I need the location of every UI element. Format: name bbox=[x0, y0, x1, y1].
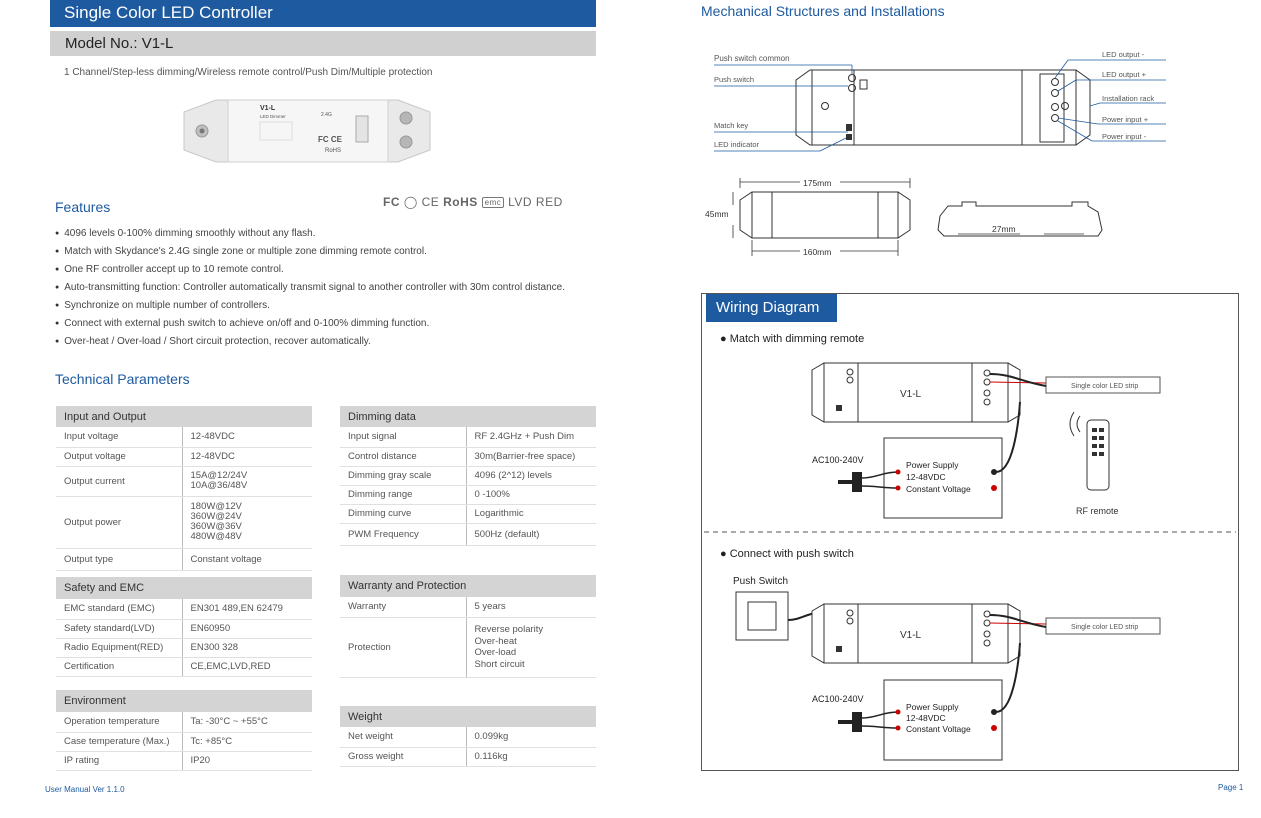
emc-logo: emc bbox=[481, 197, 505, 208]
doc-title: Single Color LED Controller bbox=[50, 0, 596, 27]
wiring-heading: Wiring Diagram bbox=[706, 294, 837, 322]
svg-text:RoHS: RoHS bbox=[325, 148, 341, 154]
features-heading: Features bbox=[55, 199, 111, 215]
io-table: Input and Output Input voltage 12-48VDC O… bbox=[56, 406, 312, 571]
push-switch-label: Push Switch bbox=[733, 576, 788, 587]
mech-label-installation-rack: Installation rack bbox=[1102, 94, 1154, 103]
svg-text:Power Supply: Power Supply bbox=[906, 702, 959, 712]
safety-table: Safety and EMC EMC standard (EMC) EN301 4… bbox=[56, 577, 312, 677]
svg-text:12-48VDC: 12-48VDC bbox=[906, 713, 946, 723]
feature-item: Connect with external push switch to ach… bbox=[55, 315, 565, 333]
device-label-1: V1-L bbox=[900, 389, 922, 400]
ce-logo: CE bbox=[421, 195, 440, 209]
dim-27: 27mm bbox=[992, 224, 1016, 234]
features-list: 4096 levels 0-100% dimming smoothly with… bbox=[55, 225, 565, 351]
cert-logos: FC ◯ CE RoHS emc LVD RED bbox=[383, 195, 563, 209]
doc-subtitle: 1 Channel/Step-less dimming/Wireless rem… bbox=[64, 67, 433, 78]
mech-label-match-key: Match key bbox=[714, 121, 748, 130]
dim-45: 45mm bbox=[705, 209, 729, 219]
mech-label-led-plus: LED output + bbox=[1102, 70, 1147, 79]
psu-line3: Constant Voltage bbox=[906, 484, 971, 494]
psu-line2: 12-48VDC bbox=[906, 472, 946, 482]
mech-label-led-minus: LED output - bbox=[1102, 50, 1145, 59]
svg-text:Constant Voltage: Constant Voltage bbox=[906, 724, 971, 734]
footer-version: User Manual Ver 1.1.0 bbox=[45, 785, 125, 794]
svg-text:LED Dimmer: LED Dimmer bbox=[260, 114, 286, 119]
weight-title: Weight bbox=[340, 706, 596, 727]
led-strip-label-1: Single color LED strip bbox=[1071, 383, 1138, 390]
lvd-logo: LVD bbox=[508, 195, 533, 209]
feature-item: Match with Skydance's 2.4G single zone o… bbox=[55, 243, 565, 261]
ac-label-1: AC100-240V bbox=[812, 455, 864, 465]
feature-item: 4096 levels 0-100% dimming smoothly with… bbox=[55, 225, 565, 243]
psu-line1: Power Supply bbox=[906, 460, 959, 470]
model-number: Model No.: V1-L bbox=[50, 31, 596, 56]
dim-175: 175mm bbox=[803, 178, 831, 188]
io-title: Input and Output bbox=[56, 406, 312, 427]
rohs-logo: RoHS bbox=[443, 195, 478, 209]
dim-160: 160mm bbox=[803, 247, 831, 257]
fc-logo: FC bbox=[383, 195, 400, 209]
led-strip-label-2: Single color LED strip bbox=[1071, 624, 1138, 631]
product-image: V1-L LED Dimmer 2.4G FC CE RoHS bbox=[183, 99, 431, 163]
ac-label-2: AC100-240V bbox=[812, 694, 864, 704]
tech-heading: Technical Parameters bbox=[55, 371, 190, 387]
mech-heading: Mechanical Structures and Installations bbox=[701, 3, 945, 19]
feature-item: One RF controller accept up to 10 remote… bbox=[55, 261, 565, 279]
warranty-title: Warranty and Protection bbox=[340, 575, 596, 597]
product-name: V1-L bbox=[260, 105, 276, 112]
mech-label-led-indicator: LED indicator bbox=[714, 140, 760, 149]
footer-page: Page 1 bbox=[1218, 783, 1244, 792]
mechanical-diagram: Push switch common Push switch Match key… bbox=[705, 50, 1166, 257]
device-label-2: V1-L bbox=[900, 630, 922, 641]
dimming-title: Dimming data bbox=[340, 406, 596, 427]
feature-item: Over-heat / Over-load / Short circuit pr… bbox=[55, 333, 565, 351]
mech-label-push-common: Push switch common bbox=[714, 54, 790, 63]
feature-item: Synchronize on multiple number of contro… bbox=[55, 297, 565, 315]
warranty-table: Warranty and Protection Warranty 5 years … bbox=[340, 575, 596, 678]
feature-item: Auto-transmitting function: Controller a… bbox=[55, 279, 565, 297]
safety-title: Safety and EMC bbox=[56, 577, 312, 599]
svg-text:FC CE: FC CE bbox=[318, 135, 343, 144]
weight-table: Weight Net weight 0.099kg Gross weight 0.1… bbox=[340, 706, 596, 767]
environment-title: Environment bbox=[56, 690, 312, 712]
mech-label-push-switch: Push switch bbox=[714, 75, 754, 84]
svg-text:2.4G: 2.4G bbox=[321, 112, 332, 118]
check-logo: ◯ bbox=[403, 195, 418, 209]
environment-table: Environment Operation temperature Ta: -30… bbox=[56, 690, 312, 771]
red-logo: RED bbox=[535, 195, 563, 209]
mech-label-power-minus: Power input - bbox=[1102, 132, 1147, 141]
dimming-table: Dimming data Input signal RF 2.4GHz + Pus… bbox=[340, 406, 596, 546]
remote-label: RF remote bbox=[1076, 506, 1119, 516]
wiring-diagram: V1-L Single color LED strip Power Supply… bbox=[704, 362, 1236, 761]
mech-label-power-plus: Power input + bbox=[1102, 115, 1149, 124]
